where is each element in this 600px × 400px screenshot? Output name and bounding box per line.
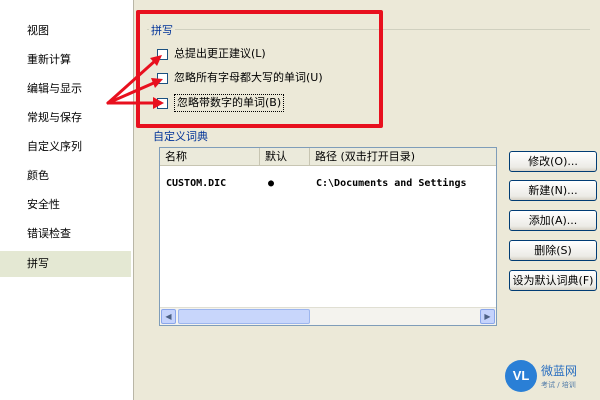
watermark-subtitle: 考试 / 培训 xyxy=(541,381,576,389)
sidebar-item-label: 常规与保存 xyxy=(27,111,82,124)
delete-button[interactable]: 删除(S) xyxy=(509,240,597,261)
sidebar-item-label: 安全性 xyxy=(27,198,60,211)
sidebar-item-general-save[interactable]: 常规与保存 xyxy=(0,105,131,131)
sidebar-item-security[interactable]: 安全性 xyxy=(0,192,131,218)
sidebar-item-custom-lists[interactable]: 自定义序列 xyxy=(0,134,131,160)
scroll-left-icon[interactable]: ◀ xyxy=(161,309,176,324)
column-header-path[interactable]: 路径 (双击打开目录) xyxy=(310,148,496,165)
column-header-name[interactable]: 名称 xyxy=(160,148,260,165)
site-watermark: VL 微蓝网 考试 / 培训 xyxy=(505,358,595,396)
red-highlight-annotation xyxy=(136,10,383,128)
sidebar-item-label: 颜色 xyxy=(27,169,49,182)
sidebar-item-error-checking[interactable]: 错误检查 xyxy=(0,221,131,247)
dictionary-name-cell: CUSTOM.DIC xyxy=(166,178,227,189)
sidebar-item-label: 重新计算 xyxy=(27,53,71,66)
sidebar-item-label: 拼写 xyxy=(27,257,49,270)
column-header-default[interactable]: 默认 xyxy=(260,148,310,165)
dictionary-list-header: 名称 默认 路径 (双击打开目录) xyxy=(160,148,496,166)
sidebar-item-label: 错误检查 xyxy=(27,227,71,240)
sidebar-item-label: 编辑与显示 xyxy=(27,82,82,95)
sidebar-item-label: 自定义序列 xyxy=(27,140,82,153)
dictionary-group-title: 自定义词典 xyxy=(151,128,210,144)
modify-button[interactable]: 修改(O)... xyxy=(509,151,597,172)
watermark-logo-icon: VL xyxy=(505,360,537,392)
dictionary-list[interactable]: 名称 默认 路径 (双击打开目录) CUSTOM.DIC ● C:\Docume… xyxy=(159,147,497,326)
options-category-list: 视图 重新计算 编辑与显示 常规与保存 自定义序列 颜色 安全性 错误检查 拼写 xyxy=(0,0,134,400)
sidebar-item-label: 视图 xyxy=(27,24,49,37)
sidebar-item-recalculate[interactable]: 重新计算 xyxy=(0,47,131,73)
new-button[interactable]: 新建(N)... xyxy=(509,180,597,201)
spelling-options-panel: 拼写 总提出更正建议(L) 忽略所有字母都大写的单词(U) 忽略带数字的单词(B… xyxy=(133,0,600,400)
sidebar-item-spelling[interactable]: 拼写 xyxy=(0,251,131,277)
set-default-dictionary-button[interactable]: 设为默认词典(F) xyxy=(509,270,597,291)
horizontal-scrollbar[interactable]: ◀ ▶ xyxy=(160,307,496,325)
table-row[interactable]: CUSTOM.DIC ● C:\Documents and Settings xyxy=(160,176,496,192)
dictionary-path-cell: C:\Documents and Settings xyxy=(316,178,467,189)
sidebar-item-view[interactable]: 视图 xyxy=(0,18,131,44)
watermark-name: 微蓝网 xyxy=(541,364,578,378)
sidebar-item-color[interactable]: 颜色 xyxy=(0,163,131,189)
dictionary-default-cell: ● xyxy=(268,178,275,189)
add-button[interactable]: 添加(A)... xyxy=(509,210,597,231)
sidebar-item-edit-display[interactable]: 编辑与显示 xyxy=(0,76,131,102)
scrollbar-thumb[interactable] xyxy=(178,309,310,324)
scroll-right-icon[interactable]: ▶ xyxy=(480,309,495,324)
